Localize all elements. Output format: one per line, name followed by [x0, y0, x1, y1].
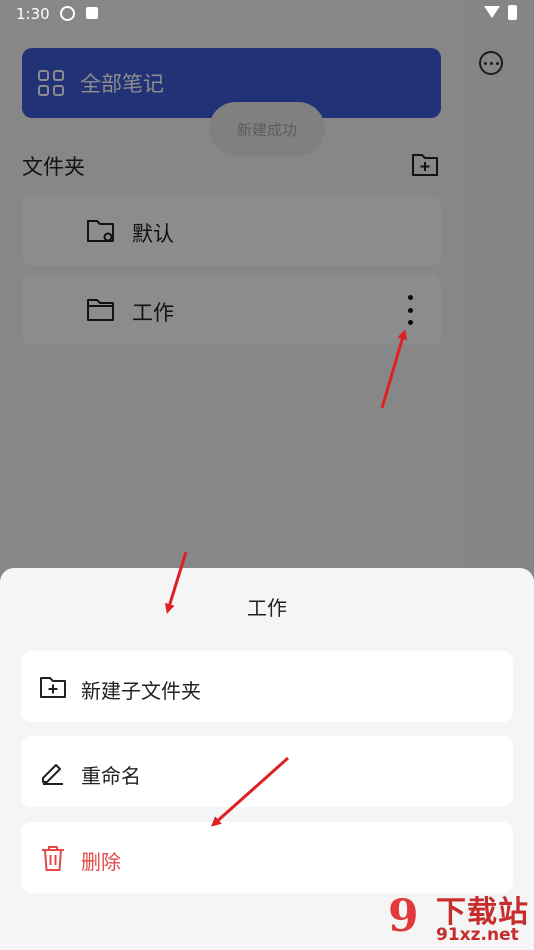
sync-status-icon	[60, 6, 75, 21]
new-subfolder-label: 新建子文件夹	[81, 679, 201, 703]
watermark: 9 下载站 91xz.net	[388, 885, 534, 950]
trash-icon	[42, 846, 64, 871]
delete-label: 删除	[81, 850, 121, 874]
battery-icon	[508, 5, 517, 20]
folder-plus-icon	[40, 677, 66, 698]
rename-button[interactable]: 重命名	[21, 736, 513, 807]
status-time: 1:30	[16, 5, 50, 23]
sheet-title: 工作	[247, 596, 287, 620]
watermark-url: 91xz.net	[436, 925, 519, 945]
notification-icon	[86, 7, 98, 19]
new-subfolder-button[interactable]: 新建子文件夹	[21, 651, 513, 722]
rename-label: 重命名	[81, 764, 141, 788]
delete-button[interactable]: 删除	[21, 822, 513, 893]
status-bar: 1:30	[0, 0, 534, 30]
pencil-icon	[42, 764, 63, 785]
wifi-icon	[484, 6, 500, 18]
watermark-number: 9	[388, 891, 419, 942]
